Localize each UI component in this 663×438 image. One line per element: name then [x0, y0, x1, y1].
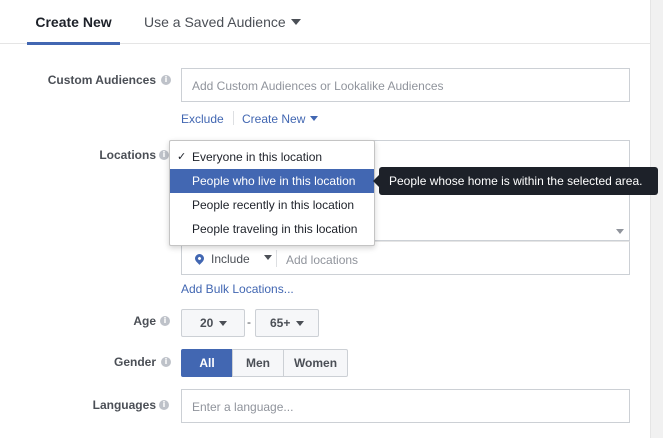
custom-audiences-label: Custom Audiences	[47, 73, 156, 87]
gender-label: Gender	[113, 355, 156, 369]
chevron-down-icon	[290, 19, 301, 26]
link-divider	[233, 111, 234, 125]
info-icon[interactable]: i	[160, 316, 170, 326]
include-divider	[276, 250, 277, 267]
custom-audiences-input[interactable]: Add Custom Audiences or Lookalike Audien…	[181, 68, 630, 102]
dropdown-option-everyone[interactable]: ✓ Everyone in this location	[170, 145, 374, 169]
info-icon[interactable]: i	[159, 400, 169, 410]
info-icon[interactable]: i	[161, 75, 171, 85]
dropdown-option-label: People traveling in this location	[192, 222, 358, 236]
dropdown-option-label: People recently in this location	[192, 198, 355, 212]
dropdown-option-live[interactable]: People who live in this location	[170, 169, 374, 193]
gender-men-button[interactable]: Men	[232, 349, 284, 377]
info-icon[interactable]: i	[159, 150, 169, 160]
gender-all-button[interactable]: All	[181, 349, 233, 377]
create-new-link-label: Create New	[242, 112, 306, 126]
include-dropdown[interactable]: Include	[211, 252, 250, 266]
gender-women-button[interactable]: Women	[283, 349, 348, 377]
add-locations-input[interactable]: Add locations	[286, 253, 358, 267]
chevron-down-icon	[219, 321, 227, 326]
option-tooltip: People whose home is within the selected…	[373, 167, 658, 195]
exclude-link[interactable]: Exclude	[181, 112, 224, 126]
age-max-select[interactable]: 65+	[255, 309, 319, 337]
languages-label: Languages	[92, 398, 156, 412]
dropdown-option-label: Everyone in this location	[192, 150, 323, 164]
dropdown-option-recently[interactable]: People recently in this location	[170, 193, 374, 217]
tab-saved-audience-label: Use a Saved Audience	[144, 14, 286, 30]
audience-tabs: Create New Use a Saved Audience	[0, 0, 650, 45]
audience-panel: Create New Use a Saved Audience Custom A…	[0, 0, 658, 438]
chevron-down-icon[interactable]	[264, 255, 272, 260]
scroll-down-arrow-icon[interactable]	[616, 229, 624, 234]
chevron-down-icon	[310, 116, 319, 122]
tab-create-new[interactable]: Create New	[27, 0, 120, 45]
locations-label: Locations	[99, 148, 156, 162]
age-min-value: 20	[200, 316, 214, 330]
languages-input[interactable]: Enter a language...	[181, 389, 630, 423]
location-type-dropdown: ✓ Everyone in this location People who l…	[169, 140, 375, 246]
add-bulk-locations-link[interactable]: Add Bulk Locations...	[181, 282, 294, 296]
info-icon[interactable]: i	[161, 357, 171, 367]
age-max-value: 65+	[270, 316, 291, 330]
dropdown-option-label: People who live in this location	[192, 174, 356, 188]
tab-saved-audience[interactable]: Use a Saved Audience	[144, 0, 301, 44]
age-separator: -	[247, 315, 251, 329]
create-new-link[interactable]: Create New	[242, 112, 319, 126]
age-min-select[interactable]: 20	[181, 309, 245, 337]
check-icon: ✓	[177, 151, 187, 163]
dropdown-option-traveling[interactable]: People traveling in this location	[170, 217, 374, 241]
chevron-down-icon	[296, 321, 304, 326]
age-label: Age	[133, 314, 156, 328]
page-scrollbar[interactable]	[650, 0, 663, 438]
